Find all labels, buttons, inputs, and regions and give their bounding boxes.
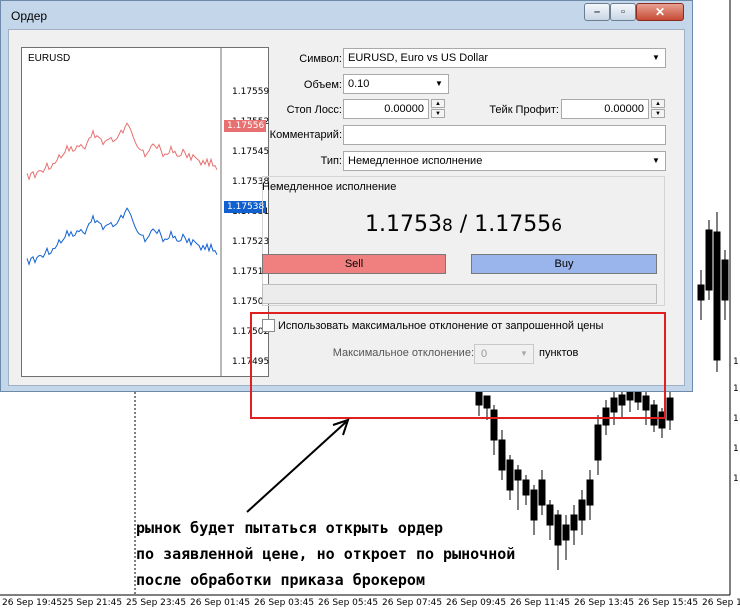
annotation-text: рынок будет пытаться открыть ордер по за… — [136, 515, 515, 593]
annotation-line: по заявленной цене, но откроет по рыночн… — [136, 545, 516, 563]
annotation-line: рынок будет пытаться открыть ордер — [136, 519, 444, 537]
annotation-line: после обработки приказа брокером — [136, 571, 425, 589]
